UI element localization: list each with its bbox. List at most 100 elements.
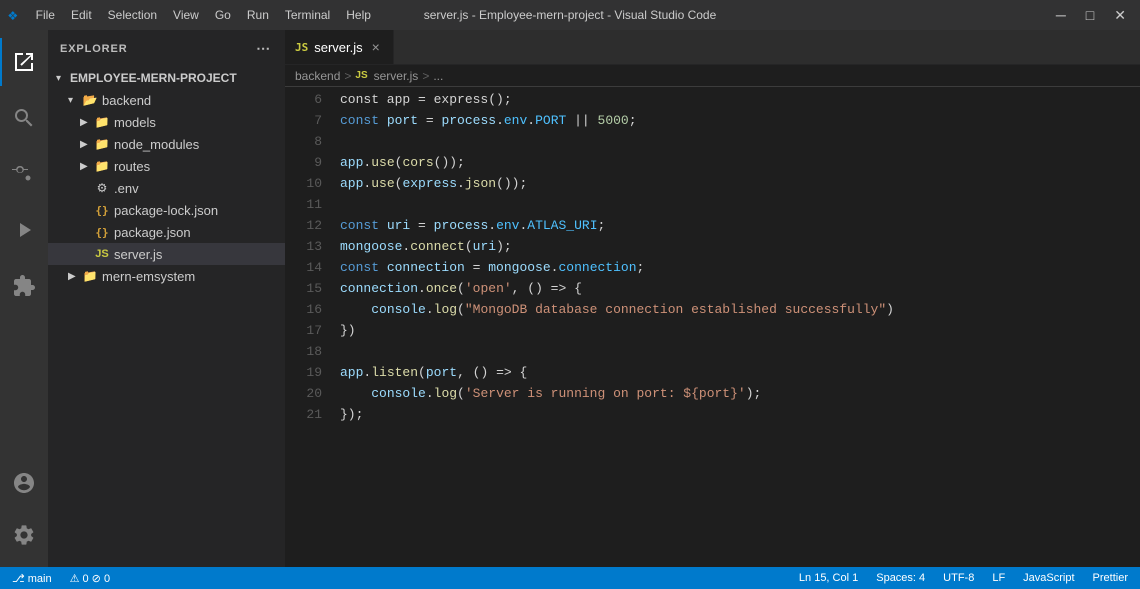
sidebar-item-env[interactable]: ▶ ⚙ .env — [48, 177, 285, 199]
activity-bar — [0, 30, 48, 567]
sidebar-item-server-js[interactable]: ▶ JS server.js — [48, 243, 285, 265]
code-line-17: }) — [340, 320, 1127, 341]
status-bar-left: ⎇ main ⚠ 0 ⊘ 0 — [8, 572, 114, 585]
folder-open-icon: 📂 — [82, 92, 98, 108]
models-arrow: ▶ — [80, 117, 92, 128]
mern-emsystem-arrow: ▶ — [68, 271, 80, 282]
status-branch[interactable]: ⎇ main — [8, 572, 56, 585]
mern-emsystem-label: mern-emsystem — [102, 269, 195, 284]
project-name: EMPLOYEE-MERN-PROJECT — [70, 71, 237, 85]
menu-run[interactable]: Run — [241, 6, 275, 24]
maximize-button[interactable]: □ — [1080, 5, 1100, 25]
project-arrow: ▾ — [56, 73, 68, 84]
mern-emsystem-icon: 📁 — [82, 268, 98, 284]
menu-terminal[interactable]: Terminal — [279, 6, 336, 24]
sidebar-header-icons: ⋯ — [254, 38, 273, 59]
backend-label: backend — [102, 93, 151, 108]
code-line-19: app.listen(port, () => { — [340, 362, 1127, 383]
status-spaces[interactable]: Spaces: 4 — [872, 572, 929, 584]
window-controls: ─ □ ✕ — [1050, 5, 1132, 26]
code-line-15: connection.once('open', () => { — [340, 278, 1127, 299]
search-activity-icon[interactable] — [0, 94, 48, 142]
status-language[interactable]: JavaScript — [1019, 572, 1078, 584]
status-errors[interactable]: ⚠ 0 ⊘ 0 — [66, 572, 114, 585]
project-root[interactable]: ▾ EMPLOYEE-MERN-PROJECT — [48, 67, 285, 89]
tabs-bar: JS server.js × — [285, 30, 1140, 65]
sidebar-header: EXPLORER ⋯ — [48, 30, 285, 67]
status-bar-right: Ln 15, Col 1 Spaces: 4 UTF-8 LF JavaScri… — [795, 572, 1132, 584]
source-control-activity-icon[interactable] — [0, 150, 48, 198]
line-numbers: 6789101112131415161718192021 — [285, 87, 330, 567]
routes-arrow: ▶ — [80, 161, 92, 172]
tab-close-button[interactable]: × — [369, 38, 383, 56]
node-modules-label: node_modules — [114, 137, 199, 152]
settings-activity-icon[interactable] — [0, 511, 48, 559]
breadcrumb-file-icon: JS — [355, 70, 367, 81]
code-line-10: app.use(express.json()); — [340, 173, 1127, 194]
status-eol[interactable]: LF — [988, 572, 1009, 584]
sidebar: EXPLORER ⋯ ▾ EMPLOYEE-MERN-PROJECT ▾ 📂 b… — [48, 30, 285, 567]
tab-server-js[interactable]: JS server.js × — [285, 30, 394, 64]
status-bar: ⎇ main ⚠ 0 ⊘ 0 Ln 15, Col 1 Spaces: 4 UT… — [0, 567, 1140, 589]
code-editor[interactable]: 6789101112131415161718192021 const app =… — [285, 87, 1140, 567]
package-lock-label: package-lock.json — [114, 203, 218, 218]
sidebar-item-package-lock[interactable]: ▶ {} package-lock.json — [48, 199, 285, 221]
sidebar-item-node-modules[interactable]: ▶ 📁 node_modules — [48, 133, 285, 155]
code-line-9: app.use(cors()); — [340, 152, 1127, 173]
menu-help[interactable]: Help — [340, 6, 377, 24]
sidebar-item-mern-emsystem[interactable]: ▶ 📁 mern-emsystem — [48, 265, 285, 287]
sidebar-item-package-json[interactable]: ▶ {} package.json — [48, 221, 285, 243]
code-line-7: const port = process.env.PORT || 5000; — [340, 110, 1127, 131]
minimap — [1127, 87, 1140, 567]
env-icon: ⚙ — [94, 180, 110, 196]
title-bar-menus: FileEditSelectionViewGoRunTerminalHelp — [30, 6, 377, 24]
menu-edit[interactable]: Edit — [65, 6, 98, 24]
backend-arrow: ▾ — [68, 95, 80, 106]
breadcrumb-folder: backend — [295, 69, 340, 83]
breadcrumb: backend > JS server.js > ... — [285, 65, 1140, 87]
models-label: models — [114, 115, 156, 130]
server-js-icon: JS — [94, 246, 110, 262]
code-line-13: mongoose.connect(uri); — [340, 236, 1127, 257]
breadcrumb-file: server.js — [374, 69, 419, 83]
status-formatter[interactable]: Prettier — [1089, 572, 1132, 584]
menu-view[interactable]: View — [167, 6, 205, 24]
main-layout: EXPLORER ⋯ ▾ EMPLOYEE-MERN-PROJECT ▾ 📂 b… — [0, 30, 1140, 567]
server-js-label: server.js — [114, 247, 162, 262]
code-line-21: }); — [340, 404, 1127, 425]
minimize-button[interactable]: ─ — [1050, 5, 1072, 25]
extensions-activity-icon[interactable] — [0, 262, 48, 310]
tab-js-icon: JS — [295, 41, 308, 54]
breadcrumb-sep2: > — [422, 69, 429, 83]
account-activity-icon[interactable] — [0, 459, 48, 507]
close-button[interactable]: ✕ — [1108, 5, 1132, 26]
explorer-activity-icon[interactable] — [0, 38, 48, 86]
package-json-icon: {} — [94, 224, 110, 240]
models-folder-icon: 📁 — [94, 114, 110, 130]
more-icon[interactable]: ⋯ — [254, 38, 273, 59]
code-content[interactable]: const app = express();const port = proce… — [330, 87, 1127, 567]
sidebar-item-models[interactable]: ▶ 📁 models — [48, 111, 285, 133]
sidebar-item-routes[interactable]: ▶ 📁 routes — [48, 155, 285, 177]
node-modules-folder-icon: 📁 — [94, 136, 110, 152]
menu-file[interactable]: File — [30, 6, 61, 24]
breadcrumb-ellipsis: ... — [433, 69, 443, 83]
menu-selection[interactable]: Selection — [102, 6, 163, 24]
code-line-14: const connection = mongoose.connection; — [340, 257, 1127, 278]
editor-area: JS server.js × backend > JS server.js > … — [285, 30, 1140, 567]
code-line-8 — [340, 131, 1127, 152]
sidebar-item-backend[interactable]: ▾ 📂 backend — [48, 89, 285, 111]
explorer-title: EXPLORER — [60, 43, 128, 55]
title-bar-left: ❖ FileEditSelectionViewGoRunTerminalHelp — [8, 5, 377, 25]
code-line-20: console.log('Server is running on port: … — [340, 383, 1127, 404]
run-activity-icon[interactable] — [0, 206, 48, 254]
menu-go[interactable]: Go — [209, 6, 237, 24]
status-encoding[interactable]: UTF-8 — [939, 572, 978, 584]
title-bar: ❖ FileEditSelectionViewGoRunTerminalHelp… — [0, 0, 1140, 30]
package-json-label: package.json — [114, 225, 191, 240]
status-position[interactable]: Ln 15, Col 1 — [795, 572, 862, 584]
tab-label: server.js — [314, 40, 362, 55]
node-modules-arrow: ▶ — [80, 139, 92, 150]
breadcrumb-sep1: > — [344, 69, 351, 83]
routes-folder-icon: 📁 — [94, 158, 110, 174]
